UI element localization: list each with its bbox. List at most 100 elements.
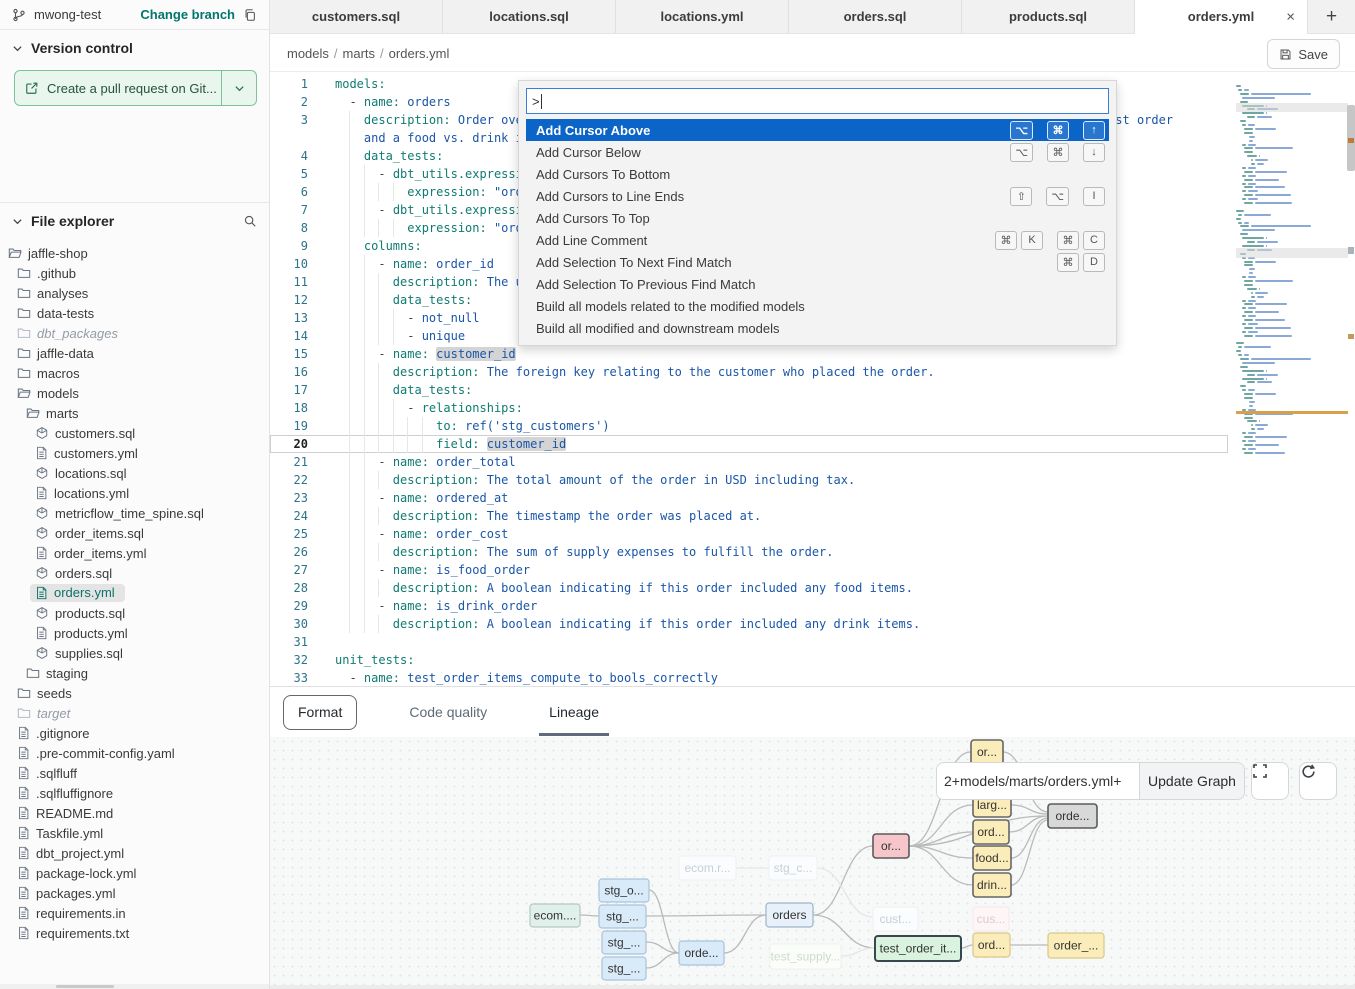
file-explorer-item-target[interactable]: target (0, 703, 269, 723)
lineage-node-order_...[interactable]: order_... (1048, 933, 1104, 958)
close-icon[interactable]: × (1286, 8, 1295, 25)
lineage-node-ecom....[interactable]: ecom.... (530, 904, 580, 927)
file-explorer-item-README.md[interactable]: README.md (0, 803, 269, 823)
lineage-node-ord...[interactable]: ord... (973, 933, 1010, 957)
code-line-16[interactable]: 16 description: The foreign key relating… (270, 363, 1228, 381)
file-explorer-item-order_items.yml[interactable]: order_items.yml (0, 543, 269, 563)
lineage-node-test_order_it...[interactable]: test_order_it... (875, 936, 961, 961)
file-explorer-item-models[interactable]: models (0, 383, 269, 403)
minimap[interactable] (1236, 85, 1348, 463)
code-line-29[interactable]: 29 - name: is_drink_order (270, 597, 1228, 615)
lineage-node-ord...[interactable]: ord... (973, 820, 1009, 844)
file-explorer-item-locations.yml[interactable]: locations.yml (0, 483, 269, 503)
code-line-15[interactable]: 15 - name: customer_id (270, 345, 1228, 363)
pr-button-dropdown[interactable] (221, 71, 256, 105)
tab-locations.yml[interactable]: locations.yml (616, 0, 789, 33)
lineage-node-or...[interactable]: or... (971, 740, 1003, 764)
file-explorer-item-seeds[interactable]: seeds (0, 683, 269, 703)
file-explorer-item-metricflow_time_spine.sql[interactable]: metricflow_time_spine.sql (0, 503, 269, 523)
file-explorer-item-jaffle-shop[interactable]: jaffle-shop (0, 243, 269, 263)
file-explorer-item-requirements.txt[interactable]: requirements.txt (0, 923, 269, 943)
code-line-30[interactable]: 30 description: A boolean indicating if … (270, 615, 1228, 633)
palette-item-4[interactable]: Add Cursors to Line Ends⇧⌥I (526, 185, 1109, 207)
lineage-node-cust...[interactable]: cust... (873, 907, 918, 931)
copy-icon[interactable] (243, 8, 257, 22)
file-explorer-item-locations.sql[interactable]: locations.sql (0, 463, 269, 483)
file-explorer-item-dbt_packages[interactable]: dbt_packages (0, 323, 269, 343)
breadcrumb-part[interactable]: models (287, 46, 329, 61)
code-line-25[interactable]: 25 - name: order_cost (270, 525, 1228, 543)
file-explorer-item-requirements.in[interactable]: requirements.in (0, 903, 269, 923)
file-explorer-item-.github[interactable]: .github (0, 263, 269, 283)
file-explorer-item-Taskfile.yml[interactable]: Taskfile.yml (0, 823, 269, 843)
code-line-23[interactable]: 23 - name: ordered_at (270, 489, 1228, 507)
lineage-node-cus...[interactable]: cus... (973, 907, 1009, 931)
code-line-31[interactable]: 31 (270, 633, 1228, 651)
file-explorer-item-.sqlfluff[interactable]: .sqlfluff (0, 763, 269, 783)
code-line-24[interactable]: 24 description: The timestamp the order … (270, 507, 1228, 525)
file-explorer-item-orders.yml[interactable]: orders.yml (0, 583, 269, 603)
file-explorer-item-.sqlfluffignore[interactable]: .sqlfluffignore (0, 783, 269, 803)
file-explorer-item-products.yml[interactable]: products.yml (0, 623, 269, 643)
palette-item-1[interactable]: Add Cursor Above⌥⌘↑ (526, 119, 1109, 141)
code-line-18[interactable]: 18 - relationships: (270, 399, 1228, 417)
breadcrumb-part[interactable]: marts (343, 46, 376, 61)
tab-code-quality[interactable]: Code quality (399, 689, 497, 736)
tab-customers.sql[interactable]: customers.sql (270, 0, 443, 33)
create-pull-request-button[interactable]: Create a pull request on Git... (14, 70, 257, 106)
breadcrumb-part[interactable]: orders.yml (389, 46, 450, 61)
file-explorer-item-package-lock.yml[interactable]: package-lock.yml (0, 863, 269, 883)
lineage-node-stg_c...[interactable]: stg_c... (769, 856, 817, 880)
file-explorer-item-.gitignore[interactable]: .gitignore (0, 723, 269, 743)
sidebar-horizontal-scrollbar[interactable] (0, 984, 269, 989)
lineage-node-orde...[interactable]: orde... (1048, 804, 1097, 828)
lineage-node-stg_...[interactable]: stg_... (599, 905, 646, 928)
file-explorer-header[interactable]: File explorer (0, 203, 269, 235)
file-explorer-item-order_items.sql[interactable]: order_items.sql (0, 523, 269, 543)
tab-lineage[interactable]: Lineage (539, 689, 609, 736)
lineage-node-or...[interactable]: or... (873, 834, 909, 858)
lineage-node-stg_o...[interactable]: stg_o... (599, 879, 649, 902)
lineage-node-ecom.r...[interactable]: ecom.r... (679, 856, 736, 880)
lineage-node-orders[interactable]: orders (766, 903, 813, 927)
palette-item-6[interactable]: Add Line Comment⌘K⌘C (526, 229, 1109, 251)
code-line-17[interactable]: 17 data_tests: (270, 381, 1228, 399)
lineage-node-test_supply...[interactable]: test_supply... (770, 944, 841, 969)
fullscreen-button[interactable] (1251, 762, 1289, 800)
code-line-33[interactable]: 33 - name: test_order_items_compute_to_b… (270, 669, 1228, 686)
tab-locations.sql[interactable]: locations.sql (443, 0, 616, 33)
code-line-26[interactable]: 26 description: The sum of supply expens… (270, 543, 1228, 561)
lineage-node-food...[interactable]: food... (973, 846, 1011, 870)
file-explorer-item-data-tests[interactable]: data-tests (0, 303, 269, 323)
version-control-header[interactable]: Version control (0, 30, 269, 62)
file-explorer-item-orders.sql[interactable]: orders.sql (0, 563, 269, 583)
new-tab-button[interactable]: + (1308, 0, 1355, 33)
file-explorer-item-jaffle-data[interactable]: jaffle-data (0, 343, 269, 363)
file-explorer-item-marts[interactable]: marts (0, 403, 269, 423)
lineage-node-stg_...[interactable]: stg_... (602, 957, 646, 980)
save-button[interactable]: Save (1267, 39, 1340, 69)
graph-horizontal-scrollbar[interactable] (270, 985, 1355, 989)
editor-scrollbar[interactable] (1347, 72, 1355, 686)
code-line-27[interactable]: 27 - name: is_food_order (270, 561, 1228, 579)
code-line-22[interactable]: 22 description: The total amount of the … (270, 471, 1228, 489)
code-line-21[interactable]: 21 - name: order_total (270, 453, 1228, 471)
lineage-graph[interactable]: ecom....stg_o...stg_...stg_...stg_...ord… (270, 737, 1355, 989)
code-line-19[interactable]: 19 to: ref('stg_customers') (270, 417, 1228, 435)
format-button[interactable]: Format (283, 695, 357, 730)
palette-item-2[interactable]: Add Cursor Below⌥⌘↓ (526, 141, 1109, 163)
palette-item-8[interactable]: Add Selection To Previous Find Match (526, 273, 1109, 295)
update-graph-button[interactable]: Update Graph (1139, 763, 1244, 799)
tab-orders.sql[interactable]: orders.sql (789, 0, 962, 33)
tab-orders.yml[interactable]: orders.yml× (1135, 0, 1308, 34)
file-explorer-item-macros[interactable]: macros (0, 363, 269, 383)
palette-item-3[interactable]: Add Cursors To Bottom (526, 163, 1109, 185)
file-explorer-item-products.sql[interactable]: products.sql (0, 603, 269, 623)
file-explorer-item-supplies.sql[interactable]: supplies.sql (0, 643, 269, 663)
code-line-20[interactable]: 20 field: customer_id (270, 435, 1228, 453)
palette-item-7[interactable]: Add Selection To Next Find Match⌘D (526, 251, 1109, 273)
tab-products.sql[interactable]: products.sql (962, 0, 1135, 33)
code-line-32[interactable]: 32unit_tests: (270, 651, 1228, 669)
file-explorer-item-customers.sql[interactable]: customers.sql (0, 423, 269, 443)
palette-item-5[interactable]: Add Cursors To Top (526, 207, 1109, 229)
